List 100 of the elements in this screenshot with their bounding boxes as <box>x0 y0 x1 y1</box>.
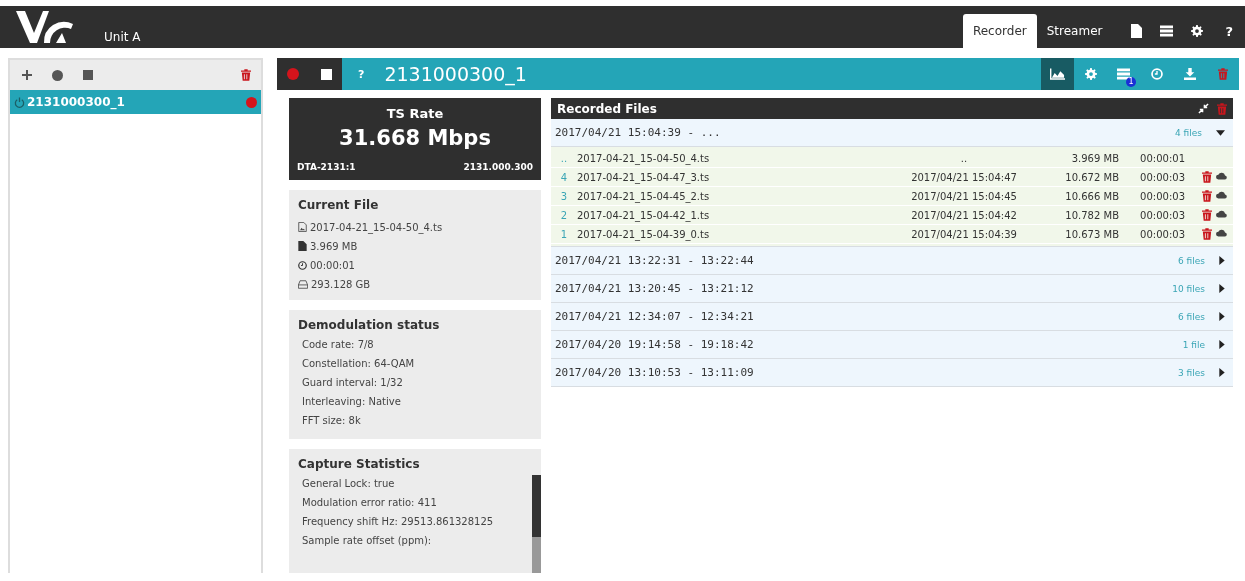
cloud-icon[interactable] <box>1216 171 1227 180</box>
trash-icon[interactable] <box>241 69 251 81</box>
trash-icon[interactable] <box>1202 171 1212 183</box>
serial-label: 2131.000.300 <box>463 162 533 172</box>
file-count: 10 files <box>1172 283 1205 294</box>
card-title: TS Rate <box>386 106 444 121</box>
power-icon <box>14 96 25 108</box>
image-file-icon <box>298 222 307 232</box>
download-icon[interactable] <box>1183 68 1196 80</box>
file-count: 4 files <box>1175 127 1202 138</box>
status-line: Guard interval: 1/32 <box>301 377 404 390</box>
caret-right-icon[interactable] <box>1219 312 1225 321</box>
status-line: Code rate: 7/8 <box>301 339 375 352</box>
file-size: 3.969 MB <box>1070 152 1119 164</box>
list-icon[interactable] <box>1160 25 1174 37</box>
record-icon[interactable] <box>287 68 299 80</box>
settings-icon[interactable] <box>1191 25 1204 37</box>
caret-down-icon[interactable] <box>1216 129 1225 136</box>
item-label: 2131000300_1 <box>27 95 125 109</box>
file-size: 10.672 MB <box>1064 171 1119 183</box>
trash-icon[interactable] <box>1202 228 1212 240</box>
recording-group[interactable]: 2017/04/21 13:20:45 - 13:21:12 10 files <box>551 275 1233 303</box>
status-line: Frequency shift Hz: 29513.861328125 <box>301 516 495 529</box>
file-count: 6 files <box>1178 255 1205 266</box>
file-name: 2017-04-21_15-04-50_4.ts <box>577 152 711 164</box>
recording-group[interactable]: 2017/04/20 19:14:58 - 19:18:42 1 file <box>551 331 1233 359</box>
clock-icon[interactable] <box>1150 68 1163 80</box>
file-created: 2017/04/21 15:04:45 <box>910 190 1018 202</box>
file-row[interactable]: 4 2017-04-21_15-04-47_3.ts 2017/04/21 15:04:47 10.672 MB 00:00:03 <box>551 168 1233 187</box>
list-icon[interactable] <box>1117 68 1130 80</box>
time-range: 2017/04/20 13:10:53 - 13:11:09 <box>555 366 754 379</box>
file-duration: 00:00:03 <box>1139 228 1185 240</box>
file-index: 1 <box>559 228 569 240</box>
file-size: 10.782 MB <box>1064 209 1119 221</box>
file-count: 6 files <box>1178 311 1205 322</box>
file-info: 2017-04-21_15-04-50_4.ts <box>310 221 443 233</box>
file-index: .. <box>559 152 569 164</box>
recording-group[interactable]: 2017/04/21 15:04:39 - ... 4 files <box>551 119 1233 147</box>
caret-right-icon[interactable] <box>1219 340 1225 349</box>
nav-tab[interactable]: Recorder <box>962 14 1037 48</box>
card-title: Capture Statistics <box>298 457 421 471</box>
scrollbar[interactable] <box>532 475 541 573</box>
document-icon[interactable] <box>1130 24 1143 38</box>
panel-title: Recorded Files <box>557 101 657 116</box>
caret-right-icon[interactable] <box>1219 284 1225 293</box>
file-index: 3 <box>559 190 569 202</box>
file-count: 3 files <box>1178 367 1205 378</box>
stop-icon[interactable] <box>321 68 332 80</box>
cloud-icon[interactable] <box>1216 209 1227 218</box>
file-duration: 00:00:03 <box>1139 190 1185 202</box>
logo-icon <box>14 9 74 45</box>
area-chart-icon[interactable] <box>1050 68 1065 80</box>
file-info: 3.969 MB <box>310 240 358 252</box>
hard-drive-icon <box>298 279 308 289</box>
trash-icon[interactable] <box>1202 209 1212 221</box>
recording-group[interactable]: 2017/04/20 13:10:53 - 13:11:09 3 files <box>551 359 1233 387</box>
toolbar-button[interactable]: 1 <box>1107 58 1140 90</box>
status-line: Constellation: 64-QAM <box>301 358 416 371</box>
collapse-icon[interactable] <box>1198 103 1209 114</box>
trash-icon[interactable] <box>1202 190 1212 202</box>
file-size: 10.673 MB <box>1064 228 1119 240</box>
unit-name: Unit A <box>104 30 141 44</box>
time-range: 2017/04/21 13:20:45 - 13:21:12 <box>555 282 754 295</box>
file-row[interactable]: 2 2017-04-21_15-04-42_1.ts 2017/04/21 15:04:42 10.782 MB 00:00:03 <box>551 206 1233 225</box>
cloud-icon[interactable] <box>1216 190 1227 199</box>
file-index: 4 <box>559 171 569 183</box>
file-info: 293.128 GB <box>311 278 371 290</box>
record-icon[interactable] <box>52 69 63 81</box>
cloud-icon[interactable] <box>1216 228 1227 237</box>
recording-group[interactable]: 2017/04/21 12:34:07 - 12:34:21 6 files <box>551 303 1233 331</box>
status-line: Modulation error ratio: 411 <box>301 497 438 510</box>
count-badge: 1 <box>1126 77 1136 87</box>
status-line: General Lock: true <box>301 478 396 491</box>
help-button[interactable]: ? <box>1221 23 1237 39</box>
file-name: 2017-04-21_15-04-42_1.ts <box>577 209 711 221</box>
scroll-thumb[interactable] <box>532 475 541 537</box>
device-label: DTA-2131:1 <box>297 162 356 172</box>
time-range: 2017/04/21 12:34:07 - 12:34:21 <box>555 310 754 323</box>
caret-right-icon[interactable] <box>1219 368 1225 377</box>
nav-tab[interactable]: Streamer <box>1036 14 1113 48</box>
add-icon[interactable] <box>22 70 32 80</box>
file-created: 2017/04/21 15:04:39 <box>910 228 1018 240</box>
file-name: 2017-04-21_15-04-47_3.ts <box>577 171 711 183</box>
file-info: 00:00:01 <box>310 259 355 271</box>
unit-title: 2131000300_1 <box>384 63 527 85</box>
status-line: Interleaving: Native <box>301 396 402 409</box>
card-title: Demodulation status <box>298 318 441 332</box>
clock-icon <box>298 260 307 270</box>
caret-right-icon[interactable] <box>1219 256 1225 265</box>
file-row[interactable]: 3 2017-04-21_15-04-45_2.ts 2017/04/21 15:04:45 10.666 MB 00:00:03 <box>551 187 1233 206</box>
file-count: 1 file <box>1182 339 1205 350</box>
time-range: 2017/04/20 19:14:58 - 19:18:42 <box>555 338 754 351</box>
file-created: 2017/04/21 15:04:42 <box>910 209 1018 221</box>
file-row[interactable]: 1 2017-04-21_15-04-39_0.ts 2017/04/21 15:04:39 10.673 MB 00:00:03 <box>551 225 1233 244</box>
card-title: Current File <box>298 198 380 212</box>
file-duration: 00:00:01 <box>1139 152 1185 164</box>
file-duration: 00:00:03 <box>1139 209 1185 221</box>
toolbar-button[interactable] <box>1041 58 1074 90</box>
recording-group[interactable]: 2017/04/21 13:22:31 - 13:22:44 6 files <box>551 247 1233 275</box>
file-index: 2 <box>559 209 569 221</box>
